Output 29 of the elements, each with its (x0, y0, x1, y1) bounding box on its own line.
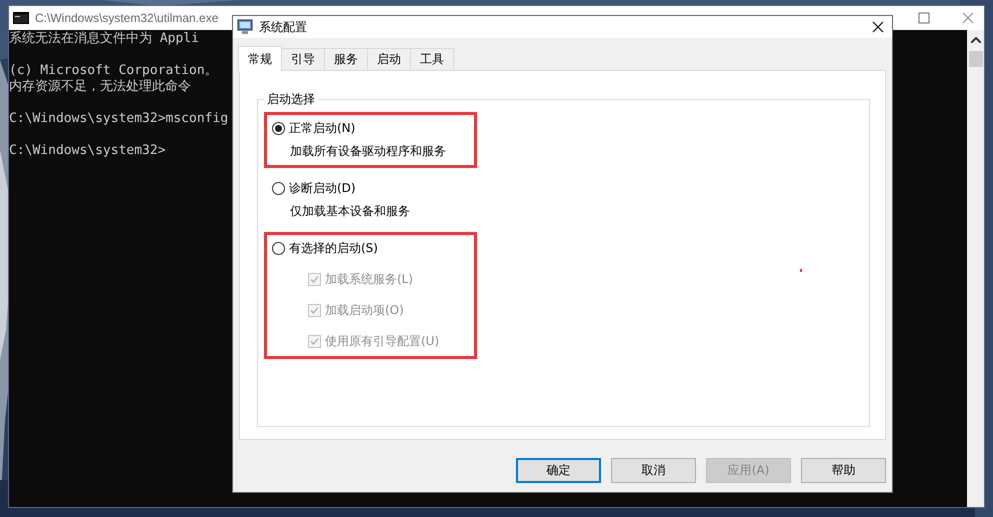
console-line: 系统无法在消息文件中为 Appli (9, 31, 199, 46)
scroll-thumb[interactable] (968, 51, 982, 67)
scroll-up-icon[interactable] (970, 37, 980, 43)
option-description: 仅加载基本设备和服务 (290, 203, 411, 219)
tab[interactable]: 常规 (238, 46, 282, 71)
stray-mark (800, 269, 802, 272)
maximize-icon[interactable] (918, 12, 930, 24)
window-title: C:\Windows\system32\utilman.exe (35, 11, 218, 25)
console-line: 内存资源不足，无法处理此命令 (9, 79, 191, 94)
console-line: C:\Windows\system32> (9, 143, 166, 158)
console-icon (13, 12, 29, 24)
close-icon[interactable] (872, 21, 884, 33)
dialog-button[interactable]: 取消 (611, 458, 696, 483)
window-title: 系统配置 (259, 18, 307, 36)
radio-button[interactable]: 正常启动(N) (272, 119, 474, 137)
option-description: 加载所有设备驱动程序和服务 (290, 143, 447, 159)
radio-button[interactable]: 有选择的启动(S) (272, 239, 474, 257)
scrollbar[interactable] (967, 30, 984, 507)
dialog-button[interactable]: 确定 (516, 458, 601, 483)
console-line: C:\Windows\system32>msconfig (9, 111, 228, 126)
radio-circle[interactable] (272, 242, 285, 254)
radio-button[interactable]: 诊断启动(D) (272, 179, 474, 197)
console-line: (c) Microsoft Corporation。 (9, 63, 218, 78)
monitor-icon (237, 19, 253, 35)
tab[interactable]: 工具 (410, 48, 454, 70)
radio-circle[interactable] (272, 122, 285, 134)
radio-circle[interactable] (272, 182, 285, 194)
dialog-button[interactable]: 帮助 (801, 458, 886, 483)
group-title: 启动选择 (266, 91, 316, 108)
